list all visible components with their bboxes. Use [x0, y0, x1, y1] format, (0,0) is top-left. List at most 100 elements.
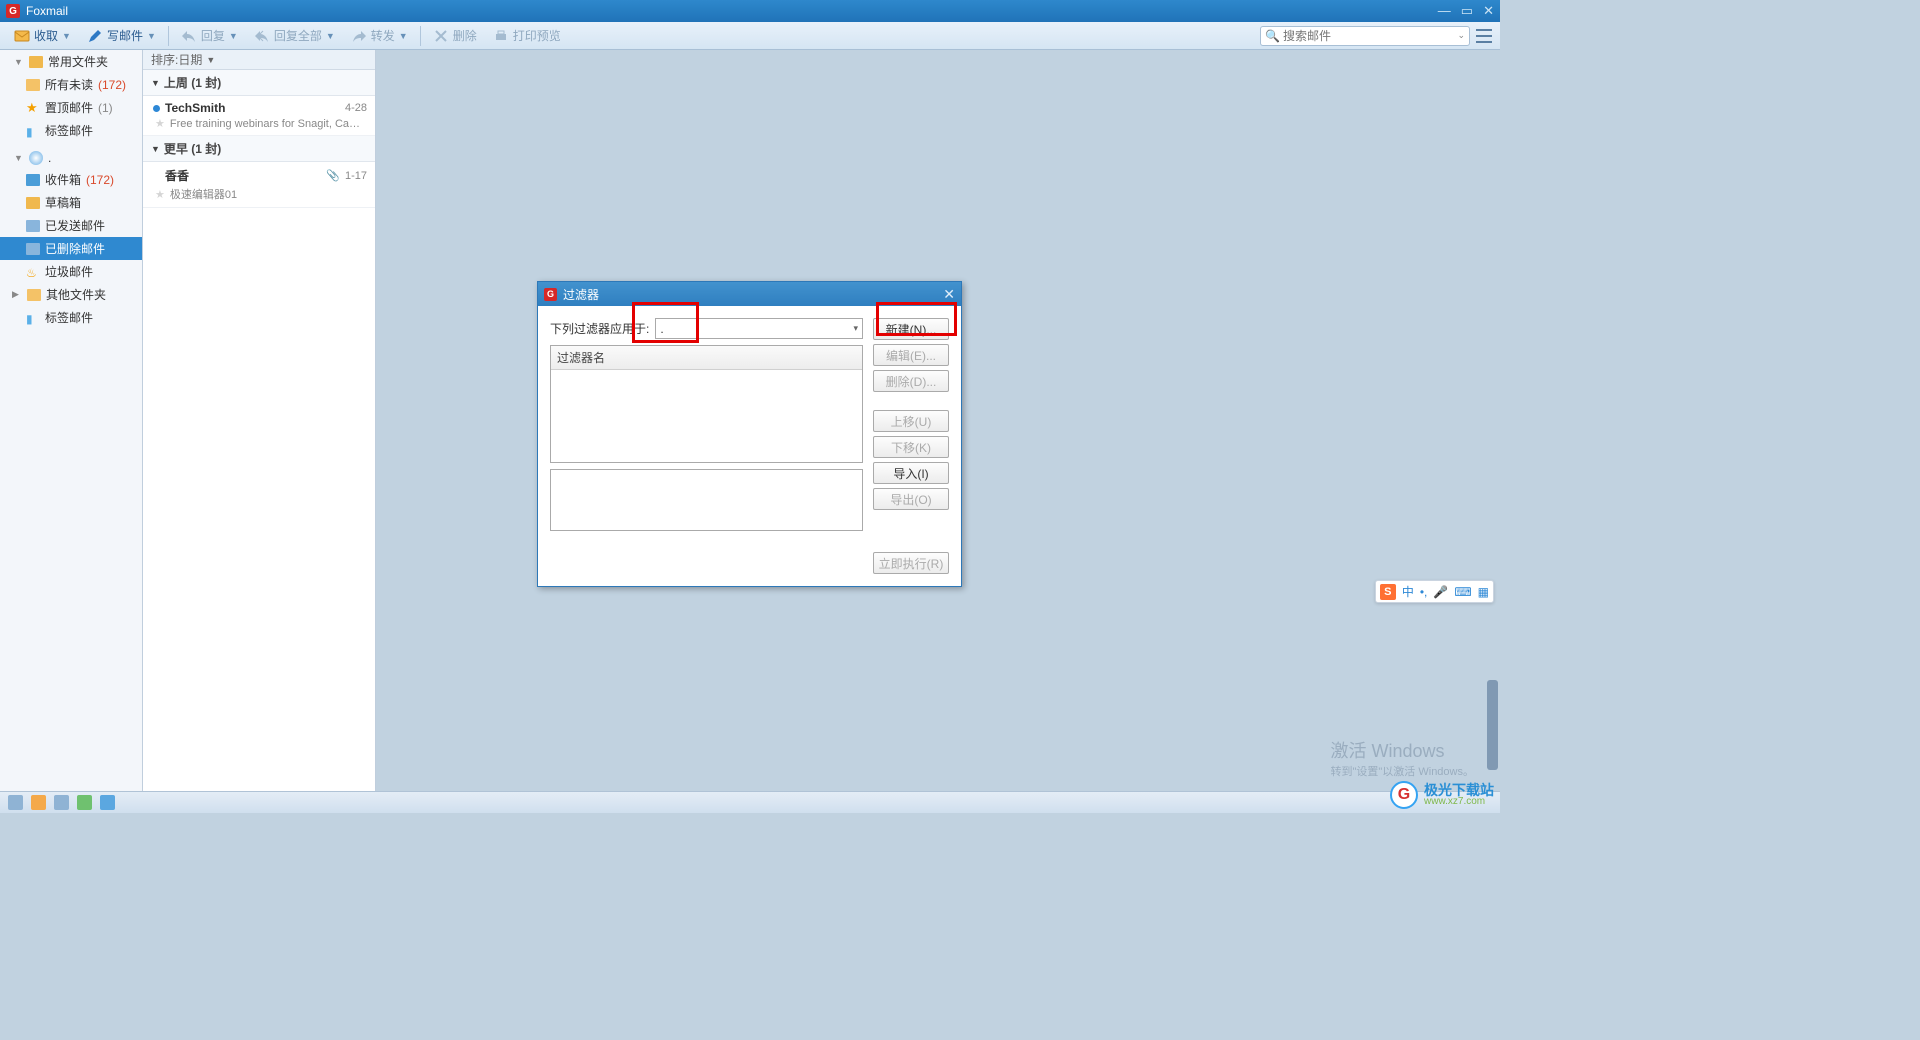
app-icon: G	[6, 4, 20, 18]
sidebar-drafts[interactable]: 草稿箱	[0, 191, 142, 214]
count: (1)	[98, 101, 113, 115]
edit-filter-button[interactable]: 编辑(E)...	[873, 344, 949, 366]
sort-bar[interactable]: 排序:日期 ▼	[143, 50, 375, 70]
apply-to-combo[interactable]: . ▾	[655, 318, 863, 339]
apply-to-label: 下列过滤器应用于:	[550, 320, 649, 337]
ime-logo-icon: S	[1380, 584, 1396, 600]
search-box[interactable]: 🔍 ⌄	[1260, 26, 1470, 46]
dropdown-icon: ▾	[853, 323, 858, 334]
sidebar-label: 已发送邮件	[45, 217, 105, 234]
status-icon[interactable]	[100, 795, 115, 810]
dialog-close-button[interactable]: ✕	[943, 286, 955, 303]
folder-icon	[26, 79, 40, 91]
move-down-button[interactable]: 下移(K)	[873, 436, 949, 458]
ime-settings-icon[interactable]: ▦	[1478, 585, 1489, 599]
dropdown-icon: ▼	[229, 31, 238, 41]
ime-keyboard-icon[interactable]: ⌨	[1454, 585, 1471, 599]
brand-url: www.xz7.com	[1424, 797, 1494, 807]
brand-watermark: G 极光下载站 www.xz7.com	[1390, 781, 1494, 809]
watermark-line2: 转到"设置"以激活 Windows。	[1331, 763, 1475, 779]
combo-value: .	[660, 322, 853, 336]
move-up-button[interactable]: 上移(U)	[873, 410, 949, 432]
inbox-icon	[26, 174, 40, 186]
mail-group-header[interactable]: ▼ 更早 (1 封)	[143, 136, 375, 162]
maximize-button[interactable]: ▭	[1461, 3, 1473, 19]
folder-icon	[29, 56, 43, 68]
mail-list: 排序:日期 ▼ ▼ 上周 (1 封) TechSmith 4-28 ★ Free…	[143, 50, 376, 791]
draft-icon	[26, 197, 40, 209]
sidebar-other-folders[interactable]: ▶ 其他文件夹	[0, 283, 142, 306]
search-icon: 🔍	[1265, 29, 1280, 43]
mail-item[interactable]: TechSmith 4-28 ★ Free training webinars …	[143, 96, 375, 136]
mail-item[interactable]: 香香 📎 1-17 ★ 极速编辑器01	[143, 162, 375, 208]
ime-toolbar[interactable]: S 中 •, 🎤 ⌨ ▦	[1375, 580, 1494, 603]
status-icon[interactable]	[77, 795, 92, 810]
mail-group-header[interactable]: ▼ 上周 (1 封)	[143, 70, 375, 96]
reply-all-button[interactable]: 回复全部 ▼	[248, 25, 341, 46]
sidebar-pinned[interactable]: ★ 置顶邮件 (1)	[0, 96, 142, 119]
export-button[interactable]: 导出(O)	[873, 488, 949, 510]
sort-label: 排序:日期	[151, 51, 202, 68]
app-title: Foxmail	[26, 4, 1438, 18]
compose-button[interactable]: 写邮件 ▼	[81, 25, 162, 46]
status-icon[interactable]	[54, 795, 69, 810]
search-dropdown-icon[interactable]: ⌄	[1457, 30, 1465, 41]
tag-icon: ▮	[26, 125, 40, 137]
delete-label: 删除	[453, 27, 477, 44]
sidebar-label: 草稿箱	[45, 194, 81, 211]
reply-label: 回复	[201, 27, 225, 44]
scrollbar-thumb[interactable]	[1487, 680, 1498, 770]
sidebar-sent[interactable]: 已发送邮件	[0, 214, 142, 237]
sidebar-account[interactable]: ▼ .	[0, 148, 142, 168]
run-now-button[interactable]: 立即执行(R)	[873, 552, 949, 574]
dropdown-icon: ▼	[326, 31, 335, 41]
dialog-body: 下列过滤器应用于: . ▾ 过滤器名 新建(N)... 编辑(E)... 删除(…	[538, 306, 961, 586]
chevron-down-icon: ▼	[14, 153, 24, 163]
sidebar-tagged[interactable]: ▮ 标签邮件	[0, 119, 142, 142]
attachment-icon: 📎	[326, 169, 340, 182]
star-icon[interactable]: ★	[155, 117, 165, 130]
scrollbar[interactable]	[1486, 50, 1500, 791]
window-controls: — ▭ ✕	[1438, 3, 1494, 19]
sidebar-tags[interactable]: ▮ 标签邮件	[0, 306, 142, 329]
delete-filter-button[interactable]: 删除(D)...	[873, 370, 949, 392]
minimize-button[interactable]: —	[1438, 3, 1451, 19]
dialog-buttons: 新建(N)... 编辑(E)... 删除(D)... 上移(U) 下移(K) 导…	[873, 318, 949, 574]
dialog-titlebar: G 过滤器 ✕	[538, 282, 961, 306]
receive-button[interactable]: 收取 ▼	[8, 25, 77, 46]
search-input[interactable]	[1283, 29, 1458, 43]
unread-dot-icon	[153, 172, 160, 179]
sidebar-common-folders[interactable]: ▼ 常用文件夹	[0, 50, 142, 73]
sidebar-spam[interactable]: ♨ 垃圾邮件	[0, 260, 142, 283]
sidebar-deleted[interactable]: 已删除邮件	[0, 237, 142, 260]
close-button[interactable]: ✕	[1483, 3, 1494, 19]
delete-button[interactable]: 删除	[427, 25, 483, 46]
sent-icon	[26, 220, 40, 232]
dropdown-icon: ▼	[206, 55, 215, 65]
trash-icon	[26, 243, 40, 255]
ime-mic-icon[interactable]: 🎤	[1433, 585, 1448, 599]
filter-list[interactable]: 过滤器名	[550, 345, 863, 463]
forward-button[interactable]: 转发 ▼	[345, 25, 414, 46]
mail-date: 4-28	[345, 102, 367, 114]
spacer	[873, 396, 949, 406]
status-icon[interactable]	[31, 795, 46, 810]
watermark-line1: 激活 Windows	[1331, 737, 1475, 763]
sidebar-inbox[interactable]: 收件箱 (172)	[0, 168, 142, 191]
delete-icon	[433, 28, 449, 44]
spacer	[873, 514, 949, 548]
sidebar-label: 置顶邮件	[45, 99, 93, 116]
menu-button[interactable]	[1476, 29, 1492, 43]
new-filter-button[interactable]: 新建(N)...	[873, 318, 949, 340]
sidebar-all-unread[interactable]: 所有未读 (172)	[0, 73, 142, 96]
sidebar-label: .	[48, 151, 51, 165]
status-icon[interactable]	[8, 795, 23, 810]
print-preview-button[interactable]: 打印预览	[487, 25, 567, 46]
star-icon[interactable]: ★	[155, 188, 165, 201]
reply-button[interactable]: 回复 ▼	[175, 25, 244, 46]
ime-punct-icon[interactable]: •,	[1420, 585, 1428, 599]
ime-lang[interactable]: 中	[1402, 583, 1414, 600]
folder-icon	[27, 289, 41, 301]
import-button[interactable]: 导入(I)	[873, 462, 949, 484]
filter-dialog: G 过滤器 ✕ 下列过滤器应用于: . ▾ 过滤器名 新建(N)... 编辑(E…	[537, 281, 962, 587]
